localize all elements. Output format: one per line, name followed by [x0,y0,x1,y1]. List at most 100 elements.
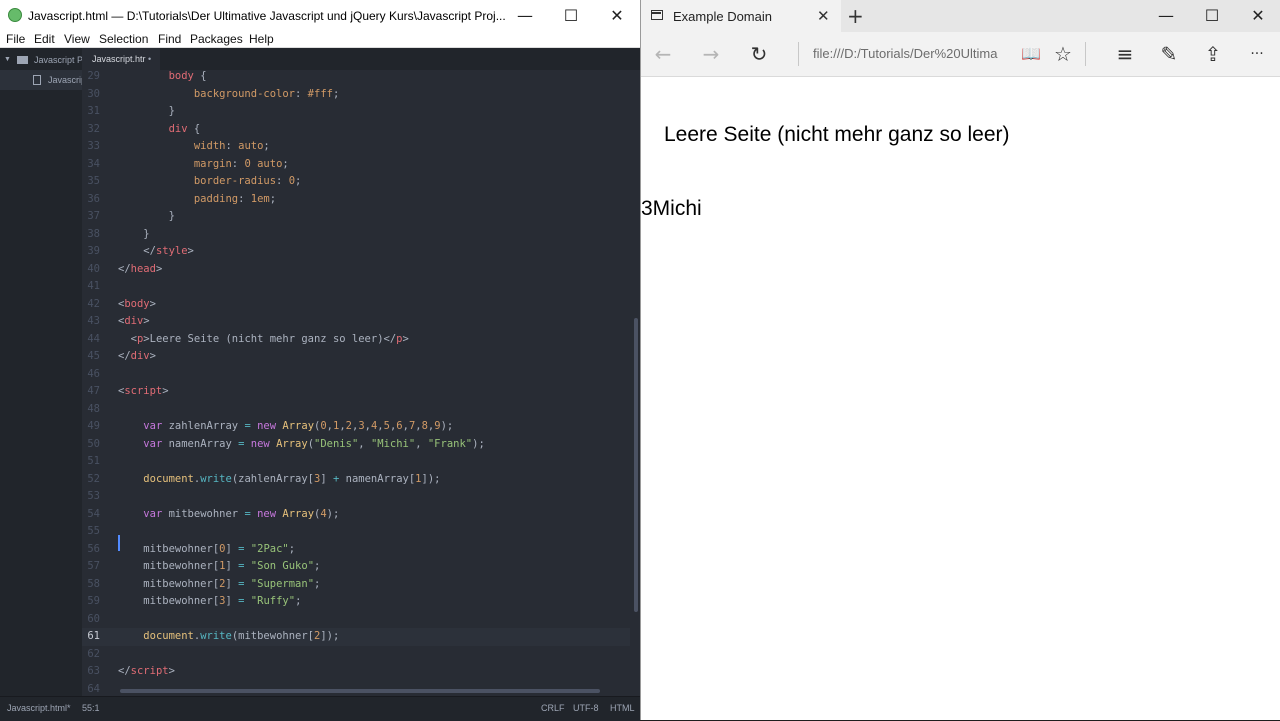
refresh-icon[interactable]: ↻ [741,32,777,76]
code-line[interactable]: 63 </script> [82,663,630,681]
line-number[interactable]: 61 [82,628,100,646]
code-line[interactable]: 61 document.write(mitbewohner[2]); [82,628,630,646]
more-icon[interactable]: ··· [1239,32,1275,76]
code-line[interactable]: 55 [82,523,630,541]
line-number[interactable]: 54 [82,506,100,524]
line-number[interactable]: 46 [82,366,100,384]
code-line[interactable]: 46 [82,366,630,384]
line-number[interactable]: 34 [82,156,100,174]
hub-icon[interactable]: ≡ [1107,32,1143,76]
code-line[interactable]: 52 document.write(zahlenArray[3] + namen… [82,471,630,489]
code-line[interactable]: 38 } [82,226,630,244]
edge-tab-example-domain[interactable]: Example Domain ✕ [641,0,841,32]
line-number[interactable]: 62 [82,646,100,664]
favorite-star-icon[interactable]: ☆ [1045,32,1081,76]
code-line[interactable]: 47 <script> [82,383,630,401]
line-number[interactable]: 41 [82,278,100,296]
menu-edit[interactable]: Edit [34,32,55,47]
status-cursor-position[interactable]: 55:1 [82,697,100,719]
edge-minimize-button[interactable]: — [1143,0,1189,32]
modified-dot-icon[interactable]: • [148,48,151,70]
status-file[interactable]: Javascript.html* [7,697,71,719]
code-line[interactable]: 40 </head> [82,261,630,279]
code-line[interactable]: 59 mitbewohner[3] = "Ruffy"; [82,593,630,611]
back-icon[interactable]: ← [645,32,681,76]
code-line[interactable]: 51 [82,453,630,471]
line-number[interactable]: 36 [82,191,100,209]
code-line[interactable]: 37 } [82,208,630,226]
status-line-ending[interactable]: CRLF [541,697,565,719]
status-grammar[interactable]: HTML [610,697,635,719]
code-line[interactable]: 44 <p>Leere Seite (nicht mehr ganz so le… [82,331,630,349]
line-number[interactable]: 35 [82,173,100,191]
code-line[interactable]: 60 [82,611,630,629]
code-line[interactable]: 41 [82,278,630,296]
code-line[interactable]: 53 [82,488,630,506]
line-number[interactable]: 51 [82,453,100,471]
menu-help[interactable]: Help [249,32,274,47]
line-number[interactable]: 63 [82,663,100,681]
code-line[interactable]: 31 } [82,103,630,121]
line-number[interactable]: 57 [82,558,100,576]
line-number[interactable]: 64 [82,681,100,697]
code-line[interactable]: 35 border-radius: 0; [82,173,630,191]
line-number[interactable]: 50 [82,436,100,454]
menu-file[interactable]: File [6,32,25,47]
code-line[interactable]: 49 var zahlenArray = new Array(0,1,2,3,4… [82,418,630,436]
line-number[interactable]: 39 [82,243,100,261]
code-line[interactable]: 29 body { [82,70,630,86]
line-number[interactable]: 30 [82,86,100,104]
horizontal-scrollbar[interactable] [120,689,600,693]
address-bar[interactable]: file:///D:/Tutorials/Der%20Ultima [813,46,997,61]
atom-close-button[interactable]: ✕ [594,0,640,32]
line-number[interactable]: 55 [82,523,100,541]
menu-packages[interactable]: Packages [190,32,243,47]
status-encoding[interactable]: UTF-8 [573,697,599,719]
code-line[interactable]: 30 background-color: #fff; [82,86,630,104]
line-number[interactable]: 29 [82,70,100,86]
line-number[interactable]: 42 [82,296,100,314]
line-number[interactable]: 33 [82,138,100,156]
reading-view-icon[interactable]: 📖 [1013,32,1049,76]
line-number[interactable]: 44 [82,331,100,349]
tab-javascript-html[interactable]: Javascript.htr • [82,48,160,70]
new-tab-button[interactable]: + [847,4,864,28]
code-line[interactable]: 45 </div> [82,348,630,366]
code-line[interactable]: 33 width: auto; [82,138,630,156]
code-line[interactable]: 42 <body> [82,296,630,314]
edge-maximize-button[interactable]: ☐ [1189,0,1235,32]
line-number[interactable]: 47 [82,383,100,401]
line-number[interactable]: 52 [82,471,100,489]
line-number[interactable]: 40 [82,261,100,279]
edge-close-button[interactable]: ✕ [1235,0,1280,32]
atom-maximize-button[interactable]: ☐ [548,0,594,32]
line-number[interactable]: 53 [82,488,100,506]
menu-view[interactable]: View [64,32,90,47]
line-number[interactable]: 38 [82,226,100,244]
line-number[interactable]: 48 [82,401,100,419]
code-line[interactable]: 50 var namenArray = new Array("Denis", "… [82,436,630,454]
web-note-icon[interactable]: ✎ [1151,32,1187,76]
tree-file-item[interactable]: Javascript [0,70,82,90]
line-number[interactable]: 49 [82,418,100,436]
code-line[interactable]: 34 margin: 0 auto; [82,156,630,174]
line-number[interactable]: 59 [82,593,100,611]
code-line[interactable]: 39 </style> [82,243,630,261]
code-line[interactable]: 58 mitbewohner[2] = "Superman"; [82,576,630,594]
code-line[interactable]: 62 [82,646,630,664]
forward-icon[interactable]: → [693,32,729,76]
line-number[interactable]: 58 [82,576,100,594]
code-line[interactable]: 57 mitbewohner[1] = "Son Guko"; [82,558,630,576]
code-editor[interactable]: 29 body {30 background-color: #fff; 31 } 3… [82,70,640,696]
code-line[interactable]: 43 <div> [82,313,630,331]
line-number[interactable]: 60 [82,611,100,629]
line-number[interactable]: 32 [82,121,100,139]
line-number[interactable]: 45 [82,348,100,366]
line-number[interactable]: 37 [82,208,100,226]
vertical-scrollbar[interactable] [634,318,638,612]
atom-minimize-button[interactable]: — [502,0,548,32]
tab-close-icon[interactable]: ✕ [817,7,830,25]
line-number[interactable]: 43 [82,313,100,331]
code-line[interactable]: 54 var mitbewohner = new Array(4); [82,506,630,524]
line-number[interactable]: 56 [82,541,100,559]
